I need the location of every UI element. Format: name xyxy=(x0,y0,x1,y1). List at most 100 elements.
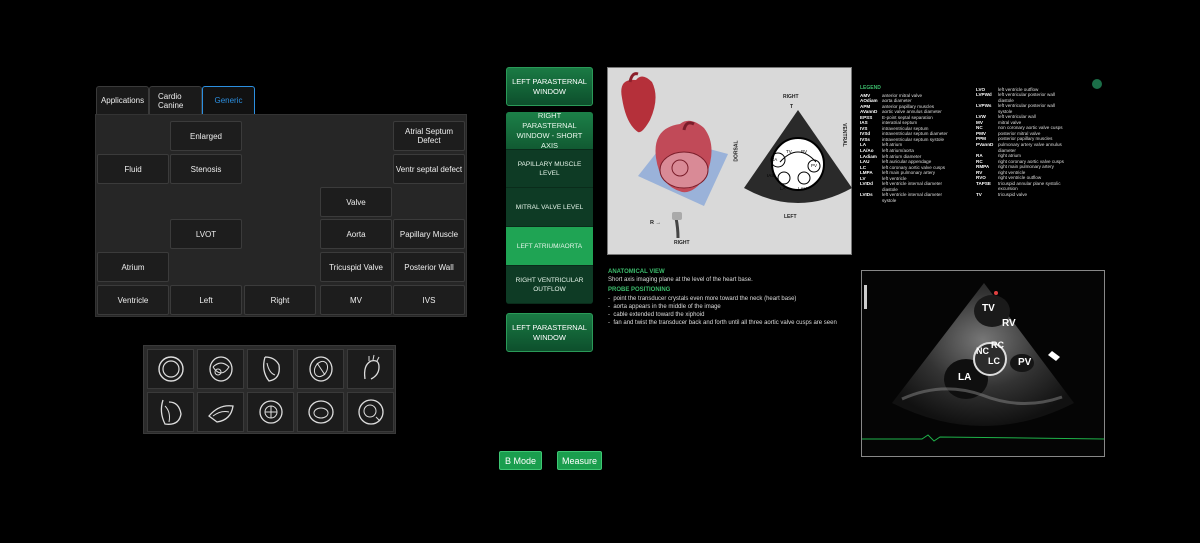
diagram-label-right-top: RIGHT xyxy=(783,94,799,100)
diagram-label-left-bottom: LEFT xyxy=(784,214,797,220)
legend-column-2: LVO left ventricle outflow LVPWd left ventr… xyxy=(976,87,1092,204)
legend-abbrev: TV xyxy=(976,191,982,197)
thumb-papillary-level[interactable] xyxy=(297,349,344,389)
heart-view-icon xyxy=(157,356,184,382)
view-thumbnails xyxy=(143,345,396,434)
probe-item: - fan and twist the transducer back and … xyxy=(608,320,837,327)
tricuspid-valve-button[interactable]: Tricuspid Valve xyxy=(320,252,392,282)
heart-probe-illustration xyxy=(621,72,852,239)
left-parasternal-window-bottom-button[interactable]: LEFT PARASTERNAL WINDOW xyxy=(506,313,593,352)
diagram-label-la: LA xyxy=(780,186,786,191)
enlarged-button[interactable]: Enlarged xyxy=(170,121,242,151)
echo-label-tv: TV xyxy=(982,303,995,314)
stenosis-button[interactable]: Stenosis xyxy=(170,154,242,184)
diagram-label-right-bottom: RIGHT xyxy=(674,240,690,246)
diagram-label-r-arrow: R → xyxy=(650,220,661,226)
thumb-aortic-arch[interactable] xyxy=(347,349,394,389)
atrium-button[interactable]: Atrium xyxy=(97,252,169,282)
legend-definition: tricuspid valve xyxy=(998,191,1028,197)
thumb-short-axis-circle[interactable] xyxy=(147,349,194,389)
anatomical-view-text: Short axis imaging plane at the level of… xyxy=(608,277,753,284)
anatomical-view-title: ANATOMICAL VIEW xyxy=(608,269,665,275)
term-grid: Enlarged Atrial Septum Defect Fluid Sten… xyxy=(95,114,467,317)
probe-item-text: point the transducer crystals even more … xyxy=(613,295,797,302)
diagram-label-pv: PV xyxy=(811,163,818,168)
diagram-label-lau: LAU xyxy=(798,186,807,191)
ultrasound-scan xyxy=(862,283,1104,442)
posterior-wall-button[interactable]: Posterior Wall xyxy=(393,252,465,282)
diagram-label-dorsal: DORSAL xyxy=(733,140,740,162)
heart-view-icon xyxy=(262,356,280,382)
heart-view-icon xyxy=(208,356,233,382)
ivs-button[interactable]: IVS xyxy=(393,285,465,315)
ventr-septal-defect-button[interactable]: Ventr septal defect xyxy=(393,154,465,184)
anatomy-diagram: RIGHT T DORSAL VENTRAL LEFT R → RIGHT TV… xyxy=(607,67,852,255)
tab-applications[interactable]: Applications xyxy=(96,86,149,114)
ventricle-button[interactable]: Ventricle xyxy=(97,285,169,315)
legend-abbrev xyxy=(860,198,882,204)
diagram-label-tv: TV xyxy=(786,149,792,154)
mv-button[interactable]: MV xyxy=(320,285,392,315)
heart-view-icon xyxy=(308,356,333,382)
tab-cardio-canine[interactable]: Cardio Canine xyxy=(149,86,202,114)
probe-item-text: aorta appears in the middle of the image xyxy=(613,303,721,310)
thumb-outflow[interactable] xyxy=(197,392,244,432)
nav-item-left-atrium-aorta[interactable]: LEFT ATRIUM/AORTA xyxy=(506,227,593,266)
heart-view-icon xyxy=(307,400,334,424)
thumb-aortic-valve[interactable] xyxy=(247,392,294,432)
right-parasternal-panel: RIGHT PARASTERNAL WINDOW - SHORT AXIS PA… xyxy=(506,112,593,304)
thumb-mitral-level[interactable] xyxy=(197,349,244,389)
heart-view-icon xyxy=(160,399,182,425)
probe-item: - point the transducer crystals even mor… xyxy=(608,295,797,302)
diagram-label-ra: RA xyxy=(771,157,778,162)
legend-row: systole xyxy=(860,198,970,204)
atrial-septum-defect-button[interactable]: Atrial Septum Defect xyxy=(393,121,465,151)
info-icon[interactable] xyxy=(1092,79,1102,89)
echo-label-pv: PV xyxy=(1018,357,1032,368)
nav-item-right-ventricular-outflow[interactable]: RIGHT VENTRICULAR OUTFLOW xyxy=(506,266,593,304)
echo-label-la: LA xyxy=(958,372,972,383)
right-button[interactable]: Right xyxy=(244,285,316,315)
probe-item: - aorta appears in the middle of the ima… xyxy=(608,303,721,310)
aorta-button[interactable]: Aorta xyxy=(320,219,392,249)
nav-item-papillary-muscle[interactable]: PAPILLARY MUSCLE LEVEL xyxy=(506,150,593,188)
papillary-muscle-button[interactable]: Papillary Muscle xyxy=(393,219,465,249)
diagram-label-rv: RV xyxy=(801,149,808,154)
info-text: ANATOMICAL VIEW Short axis imaging plane… xyxy=(608,268,858,327)
legend-column-1: AMV anterior mitral valve AOdiam aorta diam… xyxy=(860,93,970,204)
legend: LEGEND AMV anterior mitral valve AOdiam aor… xyxy=(860,85,1092,246)
probe-positioning-title: PROBE POSITIONING xyxy=(608,287,671,294)
measure-button[interactable]: Measure xyxy=(557,451,602,470)
probe-item-text: fan and twist the transducer back and fo… xyxy=(613,320,837,327)
ultrasound-image: TV RV NC RC LC PV LA xyxy=(861,270,1105,457)
left-button[interactable]: Left xyxy=(170,285,242,315)
diagram-label-t: T xyxy=(790,104,794,110)
heart-view-icon xyxy=(357,399,384,425)
probe-item: - cable extended toward the xiphoid xyxy=(608,312,705,319)
heart-view-icon xyxy=(363,354,380,380)
legend-definition: systole xyxy=(882,197,897,203)
tab-generic[interactable]: Generic xyxy=(202,86,255,114)
thumb-long-axis[interactable] xyxy=(247,349,294,389)
diagram-label-ventral: VENTRAL xyxy=(840,123,847,147)
echo-label-lc: LC xyxy=(988,356,1000,366)
probe-item-text: cable extended toward the xiphoid xyxy=(613,312,705,319)
thumb-mitral-valve[interactable] xyxy=(297,392,344,432)
b-mode-button[interactable]: B Mode xyxy=(499,451,542,470)
echo-label-nc: NC xyxy=(976,346,989,356)
echo-label-rv: RV xyxy=(1002,318,1016,329)
thumb-four-chamber[interactable] xyxy=(147,392,194,432)
legend-row: TV tricuspid valve xyxy=(976,192,1092,198)
heart-view-icon xyxy=(258,400,283,424)
valve-button[interactable]: Valve xyxy=(320,187,392,217)
tab-bar: Applications Cardio Canine Generic xyxy=(96,86,255,114)
fluid-button[interactable]: Fluid xyxy=(97,154,169,184)
heart-view-icon xyxy=(207,405,234,423)
right-parasternal-header[interactable]: RIGHT PARASTERNAL WINDOW - SHORT AXIS xyxy=(506,112,593,150)
lvot-button[interactable]: LVOT xyxy=(170,219,242,249)
thumb-basal-level[interactable] xyxy=(347,392,394,432)
diagram-label-ias: IAS xyxy=(767,173,775,178)
nav-item-mitral-valve[interactable]: MITRAL VALVE LEVEL xyxy=(506,188,593,227)
left-parasternal-window-top-button[interactable]: LEFT PARASTERNAL WINDOW xyxy=(506,67,593,106)
echo-label-rc: RC xyxy=(991,340,1004,350)
